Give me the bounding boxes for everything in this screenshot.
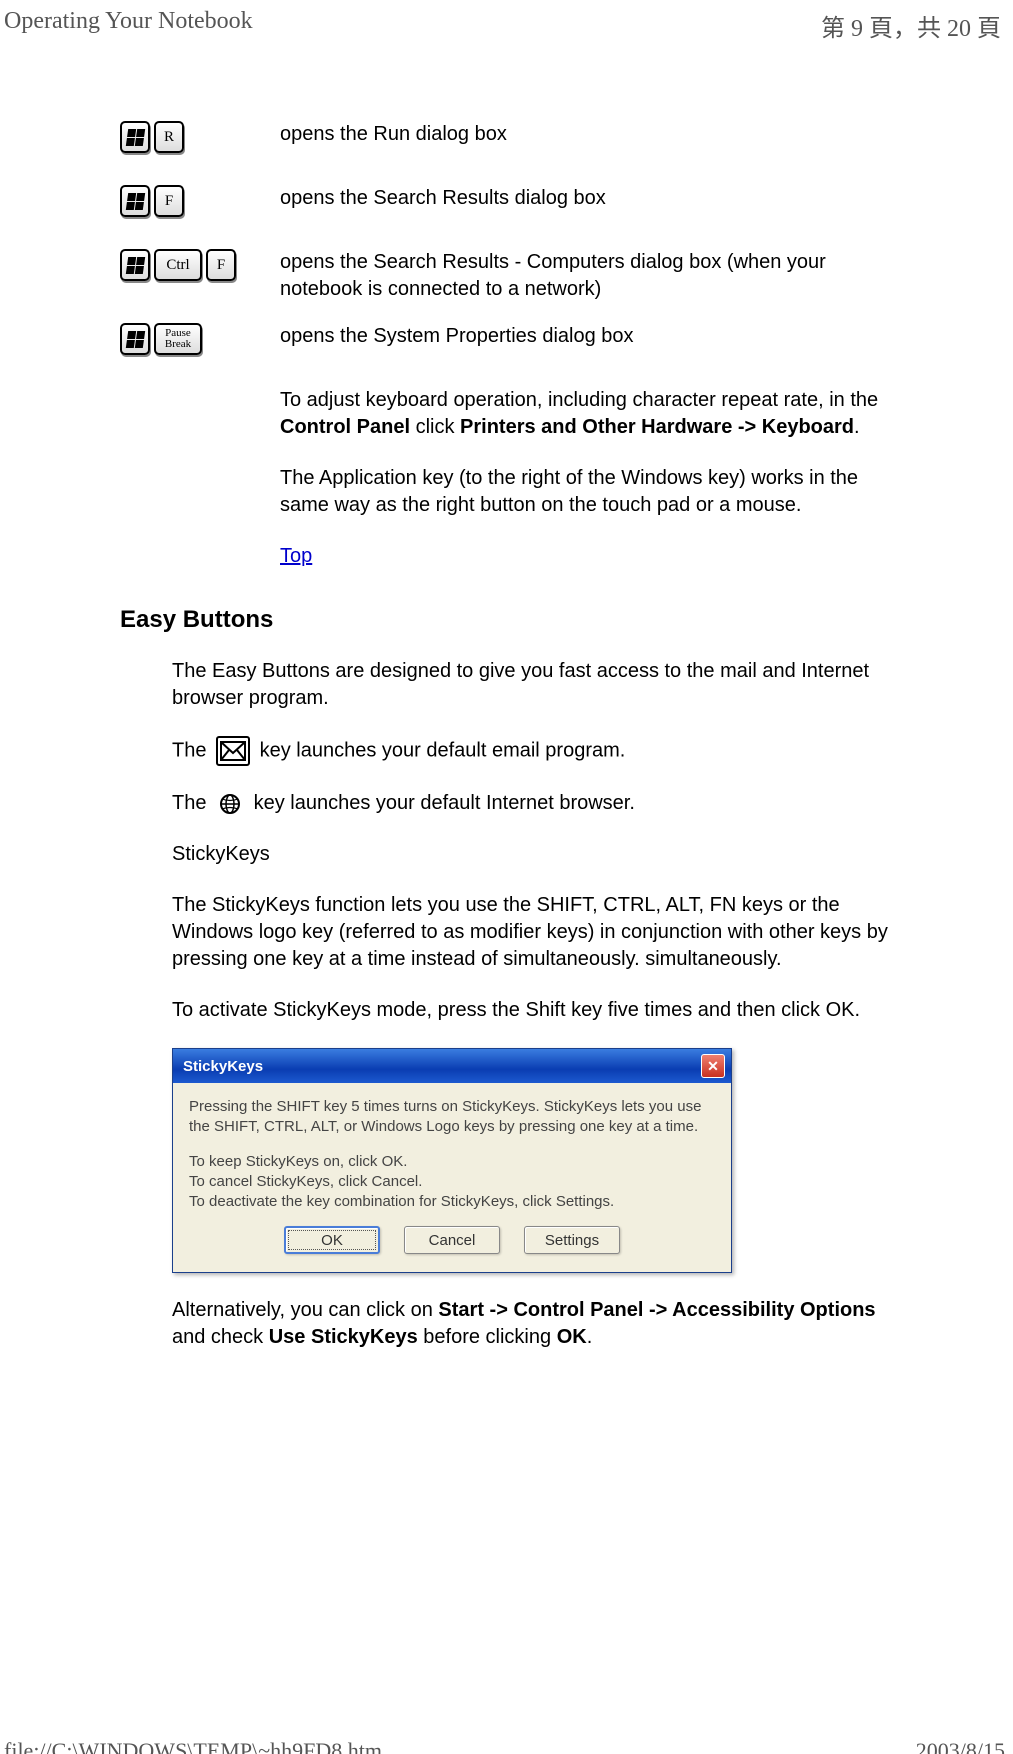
windows-key-icon: [120, 249, 150, 281]
key-combo: Ctrl F: [0, 249, 280, 281]
easy-buttons-heading: Easy Buttons: [120, 606, 1013, 634]
stickykeys-subheading: StickyKeys: [172, 841, 893, 868]
close-icon[interactable]: ✕: [701, 1054, 725, 1078]
shortcut-row-sysprops: PauseBreak opens the System Properties d…: [0, 323, 1013, 355]
dialog-body: Pressing the SHIFT key 5 times turns on …: [173, 1083, 731, 1272]
shortcut-desc: opens the System Properties dialog box: [280, 323, 1013, 350]
doc-title: Operating Your Notebook: [4, 8, 253, 43]
key-combo: F: [0, 185, 280, 217]
key-combo: PauseBreak: [0, 323, 280, 355]
windows-key-icon: [120, 121, 150, 153]
windows-key-icon: [120, 185, 150, 217]
shortcut-desc: opens the Search Results dialog box: [280, 185, 1013, 212]
key-ctrl: Ctrl: [154, 249, 202, 281]
dialog-text-2: To keep StickyKeys on, click OK. To canc…: [189, 1152, 715, 1213]
globe-key-line: The key launches your default Internet b…: [172, 790, 893, 817]
shortcut-row-run: R opens the Run dialog box: [0, 121, 1013, 153]
page-indicator: 第 9 頁，共 20 頁: [821, 8, 1001, 43]
page-header: Operating Your Notebook 第 9 頁，共 20 頁: [0, 0, 1013, 51]
footer-date: 2003/8/15: [916, 1738, 1005, 1754]
content-area: R opens the Run dialog box F opens the S…: [0, 51, 1013, 1351]
shortcut-row-search-computers: Ctrl F opens the Search Results - Comput…: [0, 249, 1013, 303]
shortcut-row-search: F opens the Search Results dialog box: [0, 185, 1013, 217]
dialog-button-row: OK Cancel Settings: [189, 1226, 715, 1254]
stickykeys-desc: The StickyKeys function lets you use the…: [172, 892, 893, 973]
key-f: F: [154, 185, 184, 217]
cancel-button[interactable]: Cancel: [404, 1226, 500, 1254]
top-link[interactable]: Top: [280, 545, 312, 567]
key-pause-break: PauseBreak: [154, 323, 202, 355]
key-r: R: [154, 121, 184, 153]
shortcut-desc: opens the Search Results - Computers dia…: [280, 249, 1013, 303]
page-footer: file://C:\WINDOWS\TEMP\~hh9FD8.htm 2003/…: [0, 1734, 1013, 1754]
easy-buttons-intro: The Easy Buttons are designed to give yo…: [172, 658, 893, 712]
stickykeys-activate: To activate StickyKeys mode, press the S…: [172, 997, 893, 1024]
application-key-para: The Application key (to the right of the…: [280, 465, 893, 519]
alternative-para: Alternatively, you can click on Start ->…: [172, 1297, 1013, 1351]
mail-icon: [216, 736, 250, 766]
key-combo: R: [0, 121, 280, 153]
dialog-text-1: Pressing the SHIFT key 5 times turns on …: [189, 1097, 715, 1138]
dialog-titlebar: StickyKeys ✕: [173, 1049, 731, 1083]
key-f: F: [206, 249, 236, 281]
mail-key-line: The key launches your default email prog…: [172, 736, 893, 766]
settings-button[interactable]: Settings: [524, 1226, 620, 1254]
footer-path: file://C:\WINDOWS\TEMP\~hh9FD8.htm: [4, 1738, 382, 1754]
stickykeys-dialog: StickyKeys ✕ Pressing the SHIFT key 5 ti…: [172, 1048, 732, 1273]
globe-icon: [216, 791, 244, 817]
windows-key-icon: [120, 323, 150, 355]
adjust-keyboard-para: To adjust keyboard operation, including …: [280, 387, 1013, 570]
dialog-title: StickyKeys: [183, 1058, 263, 1075]
easy-buttons-body: The Easy Buttons are designed to give yo…: [172, 658, 1013, 1024]
shortcut-desc: opens the Run dialog box: [280, 121, 1013, 148]
ok-button[interactable]: OK: [284, 1226, 380, 1254]
